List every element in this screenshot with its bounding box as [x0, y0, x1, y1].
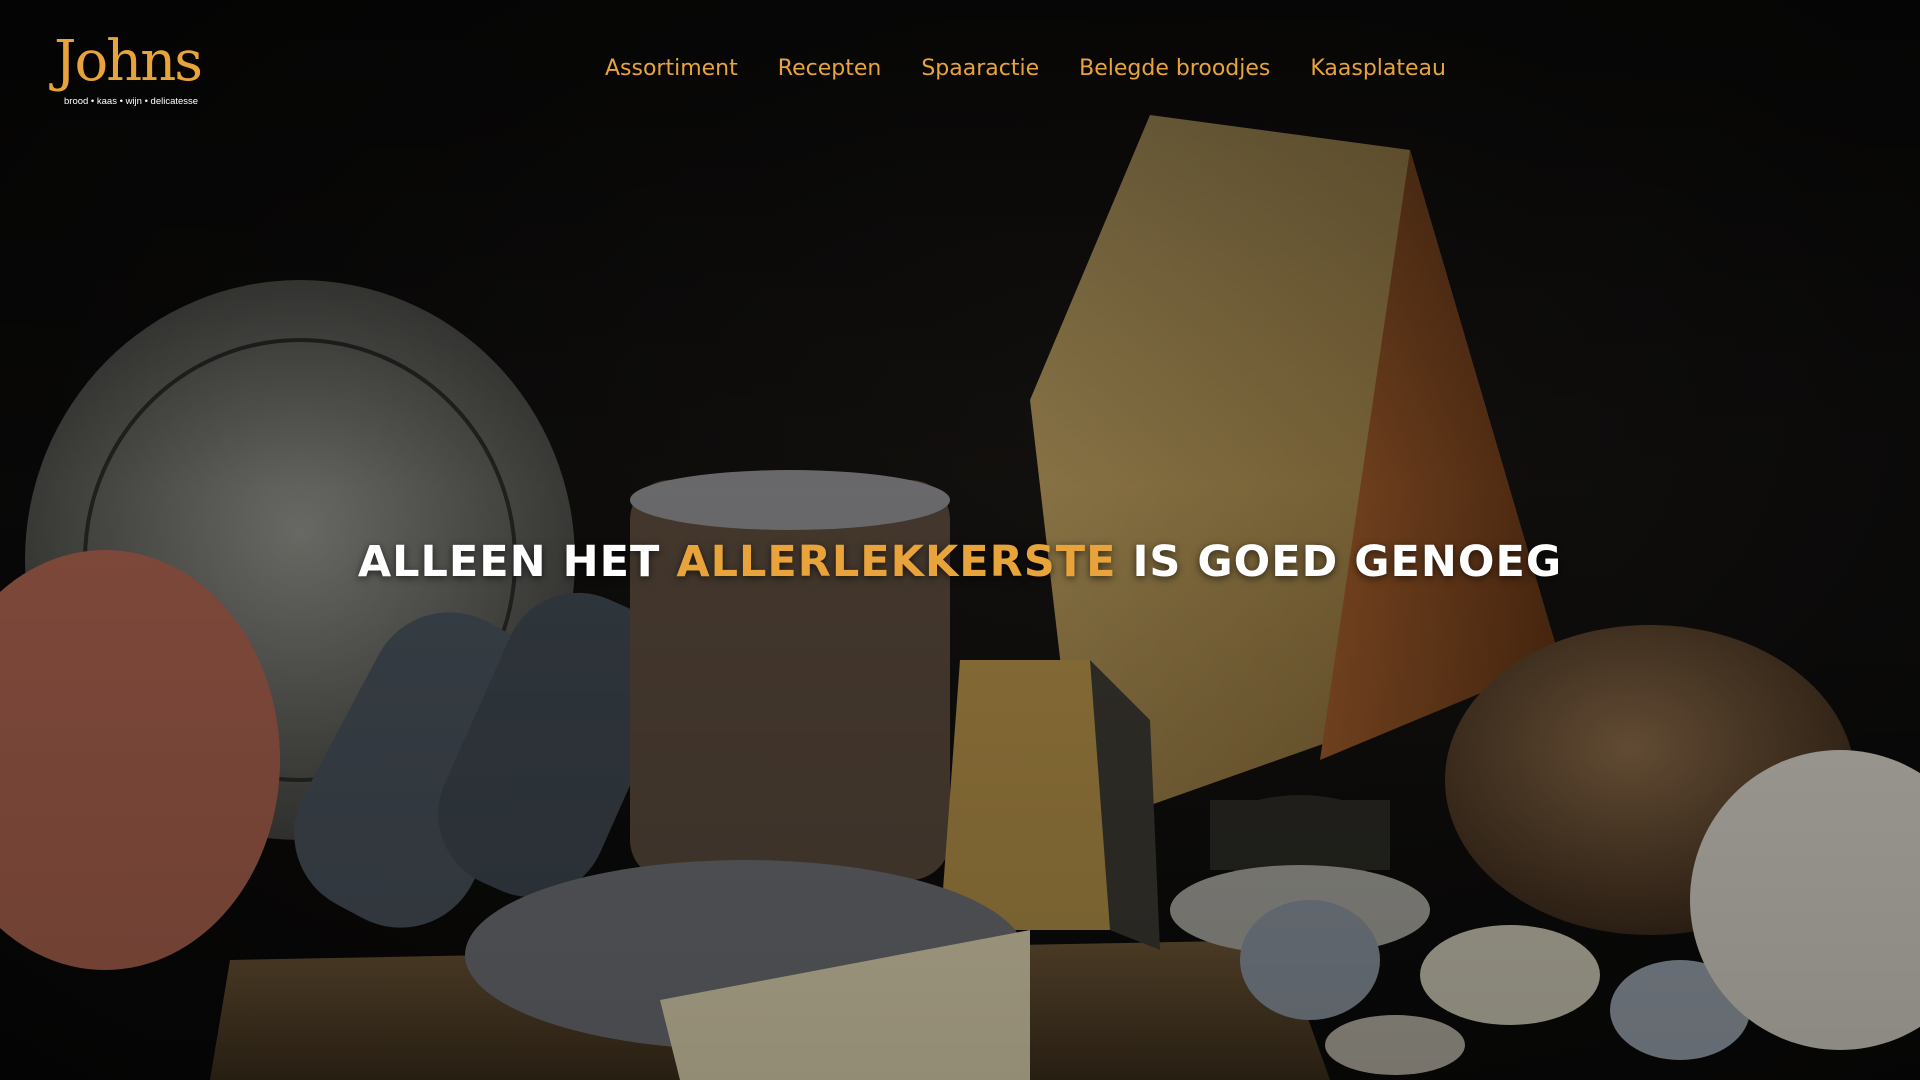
nav-item-recepten[interactable]: Recepten [778, 56, 882, 81]
brand-name: Johns [54, 29, 203, 94]
headline-accent: ALLERLEKKERSTE [676, 536, 1117, 587]
headline-part-2: IS GOED GENOEG [1132, 536, 1563, 587]
hero-headline: ALLEEN HET ALLERLEKKERSTE IS GOED GENOEG [0, 537, 1920, 587]
nav-item-kaasplateau[interactable]: Kaasplateau [1310, 56, 1446, 81]
brand-tagline: brood • kaas • wijn • delicatesse [64, 96, 199, 107]
brand-logo[interactable]: Johns brood • kaas • wijn • delicatesse [54, 32, 214, 110]
nav-item-spaaractie[interactable]: Spaaractie [921, 56, 1039, 81]
headline-part-1: ALLEEN HET [357, 536, 661, 587]
main-nav: Assortiment Recepten Spaaractie Belegde … [605, 56, 1446, 81]
page: Johns brood • kaas • wijn • delicatesse … [0, 0, 1920, 1080]
nav-item-assortiment[interactable]: Assortiment [605, 56, 738, 81]
nav-item-belegde-broodjes[interactable]: Belegde broodjes [1079, 56, 1270, 81]
